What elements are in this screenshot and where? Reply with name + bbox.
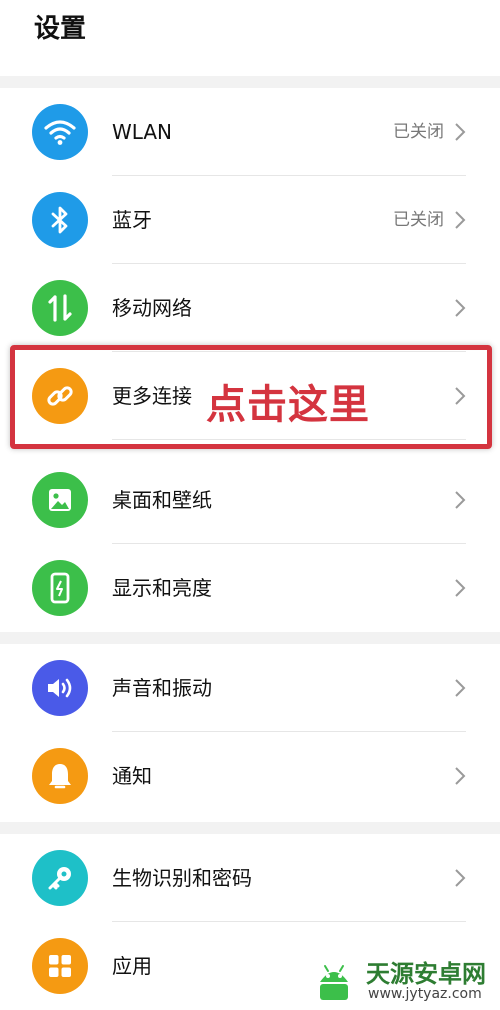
settings-item-sound[interactable]: 声音和振动 (0, 644, 500, 732)
settings-item-label: WLAN (112, 120, 173, 144)
settings-item-label: 蓝牙 (112, 208, 152, 232)
watermark-url: www.jytyaz.com (368, 986, 482, 1002)
settings-item-display[interactable]: 显示和亮度 (0, 544, 500, 632)
chevron-right-icon (455, 211, 466, 229)
group-separator (0, 76, 500, 88)
group-separator (0, 822, 500, 834)
settings-item-wallpaper[interactable]: 桌面和壁纸 (0, 456, 500, 544)
android-logo-icon (320, 965, 348, 1000)
watermark: 天源安卓网 www.jytyaz.com (310, 950, 500, 1008)
chevron-right-icon (455, 679, 466, 697)
settings-item-label: 桌面和壁纸 (112, 488, 212, 512)
settings-item-label: 显示和亮度 (112, 576, 212, 600)
settings-item-bluetooth[interactable]: 蓝牙 已关闭 (0, 176, 500, 264)
bluetooth-icon (32, 192, 88, 248)
annotation-text: 点击这里 (206, 382, 370, 428)
chevron-right-icon (455, 767, 466, 785)
key-icon (32, 850, 88, 906)
settings-item-notifications[interactable]: 通知 (0, 732, 500, 820)
settings-item-label: 声音和振动 (112, 676, 212, 700)
settings-item-label: 通知 (112, 764, 152, 788)
group-separator (0, 632, 500, 644)
chevron-right-icon (455, 123, 466, 141)
watermark-title: 天源安卓网 (366, 960, 486, 988)
page-title: 设置 (34, 14, 87, 44)
image-icon (32, 472, 88, 528)
phone-brightness-icon (32, 560, 88, 616)
status-text: 已关闭 (393, 210, 444, 230)
chevron-right-icon (455, 299, 466, 317)
apps-grid-icon (32, 938, 88, 994)
settings-item-wlan[interactable]: WLAN 已关闭 (0, 88, 500, 176)
chevron-right-icon (455, 869, 466, 887)
wifi-icon (32, 104, 88, 160)
bell-icon (32, 748, 88, 804)
settings-item-label: 应用 (112, 954, 152, 978)
chevron-right-icon (455, 579, 466, 597)
settings-item-mobile-network[interactable]: 移动网络 (0, 264, 500, 352)
settings-item-label: 移动网络 (112, 296, 192, 320)
chevron-right-icon (455, 491, 466, 509)
settings-item-biometrics[interactable]: 生物识别和密码 (0, 834, 500, 922)
status-text: 已关闭 (393, 122, 444, 142)
settings-item-label: 生物识别和密码 (112, 866, 252, 890)
mobile-data-icon (32, 280, 88, 336)
speaker-icon (32, 660, 88, 716)
